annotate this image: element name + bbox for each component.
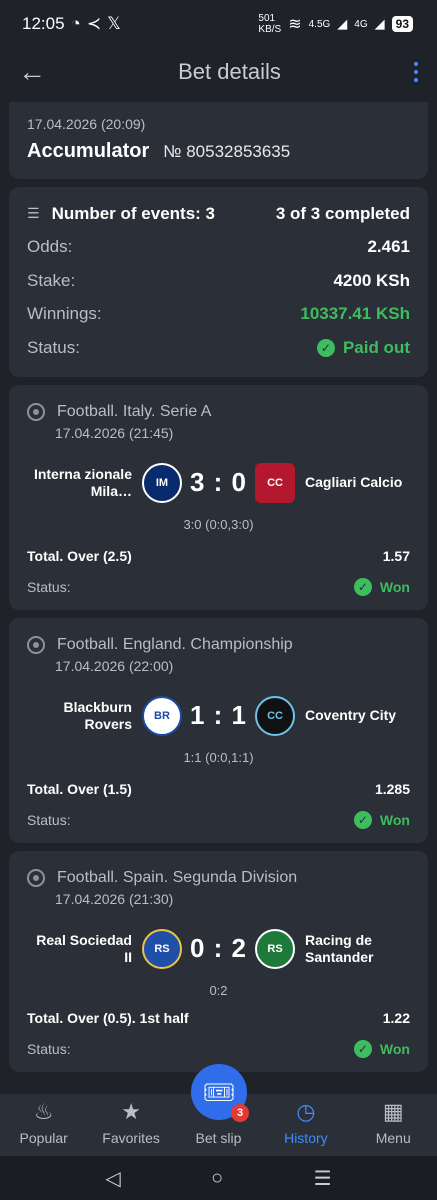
wifi-icon: ≋ (288, 16, 302, 33)
network-4g: 4G (354, 18, 368, 30)
more-options-icon[interactable] (413, 62, 419, 82)
match-score: 1 : 1 (189, 700, 248, 730)
real-sociedad-logo-icon: RS (141, 928, 182, 969)
star-icon: ★ (121, 1099, 141, 1124)
racing-santander-logo-icon: RS (255, 928, 296, 969)
nav-recents-icon[interactable]: ☰ (314, 1166, 332, 1191)
ticket-icon: 🎟 (202, 1076, 236, 1107)
event-card[interactable]: Football. Spain. Segunda Division 17.04.… (9, 850, 428, 1072)
match-score: 0 : 2 (189, 933, 248, 963)
league-name: Football. Italy. Serie A (57, 402, 212, 420)
event-card[interactable]: Football. England. Championship 17.04.20… (9, 617, 428, 843)
bet-summary-card: ☰ Number of events: 3 3 of 3 completed O… (9, 187, 428, 377)
event-date: 17.04.2026 (21:30) (55, 890, 174, 907)
score-detail: 1:1 (0:0,1:1) (183, 749, 254, 765)
league-name: Football. England. Championship (57, 635, 293, 653)
system-nav-bar: ◁ ○ ☰ (0, 1156, 437, 1200)
odds-label: Odds: (27, 237, 73, 257)
away-team: Racing de Santander (305, 931, 374, 965)
home-team: Blackburn Rovers (63, 698, 132, 732)
tab-menu[interactable]: ▦ Menu (353, 1099, 433, 1147)
market-odds: 1.285 (374, 780, 410, 797)
check-icon: ✓ (353, 810, 372, 829)
football-icon (27, 868, 45, 887)
away-team: Cagliari Calcio (305, 474, 403, 490)
event-status-label: Status: (27, 811, 71, 828)
coventry-logo-icon: CC (255, 695, 296, 736)
stake-value: 4200 KSh (333, 270, 410, 290)
tab-favorites[interactable]: ★ Favorites (91, 1099, 171, 1147)
nav-home-icon[interactable]: ○ (211, 1167, 223, 1190)
events-list-icon: ☰ (27, 205, 40, 222)
winnings-label: Winnings: (27, 304, 102, 324)
event-status-label: Status: (27, 578, 71, 595)
event-card[interactable]: Football. Italy. Serie A 17.04.2026 (21:… (9, 384, 428, 610)
bet-type: Accumulator (27, 140, 150, 162)
event-date: 17.04.2026 (22:00) (55, 657, 174, 674)
clock-icon: ◷ (296, 1099, 316, 1124)
event-result: Won (379, 578, 410, 595)
bird-icon: ≺ (86, 14, 102, 33)
league-name: Football. Spain. Segunda Division (57, 868, 298, 886)
event-date: 17.04.2026 (21:45) (55, 424, 174, 441)
home-team: Interna zionale Mila… (33, 465, 132, 499)
back-arrow-icon[interactable]: ← (18, 56, 46, 88)
bet-slip-count-badge: 3 (231, 1104, 249, 1122)
check-icon: ✓ (353, 1039, 372, 1058)
network-4-5g: 4.5G (308, 18, 331, 30)
bet-date: 17.04.2026 (20:09) (27, 116, 146, 132)
home-team: Real Sociedad II (36, 931, 132, 965)
grid-menu-icon: ▦ (382, 1099, 404, 1124)
event-result: Won (379, 1040, 410, 1057)
x-icon: 𝕏 (107, 14, 121, 33)
event-status-label: Status: (27, 1040, 71, 1057)
market-name: Total. Over (0.5). 1st half (27, 1009, 189, 1026)
nav-back-icon[interactable]: ◁ (105, 1166, 120, 1191)
clock: 12:05 (22, 14, 65, 33)
page-title: Bet details (178, 59, 281, 84)
winnings-value: 10337.41 KSh (300, 304, 410, 324)
bet-info-card: 17.04.2026 (20:09) Accumulator № 8053285… (9, 102, 428, 179)
blackburn-logo-icon: BR (141, 695, 182, 736)
inter-logo-icon: IM (141, 462, 182, 503)
check-icon: ✓ (316, 338, 335, 357)
stake-label: Stake: (27, 270, 76, 290)
market-name: Total. Over (2.5) (27, 547, 132, 564)
events-count-label: Number of events: 3 (51, 203, 215, 223)
events-completed: 3 of 3 completed (275, 203, 410, 223)
event-result: Won (379, 811, 410, 828)
check-icon: ✓ (353, 577, 372, 596)
score-detail: 3:0 (0:0,3:0) (183, 516, 254, 532)
speed-indicator: 501 KB/S (258, 13, 282, 35)
football-icon (27, 402, 45, 421)
market-odds: 1.22 (382, 1009, 410, 1026)
status-label: Status: (27, 337, 80, 357)
flame-icon: ♨ (33, 1099, 54, 1124)
market-odds: 1.57 (382, 547, 410, 564)
match-score: 3 : 0 (189, 467, 248, 497)
whatsapp-icon: ◔ (70, 14, 81, 33)
odds-value: 2.461 (367, 237, 410, 257)
bet-number: № 80532853635 (163, 142, 291, 161)
bet-details-content: 17.04.2026 (20:09) Accumulator № 8053285… (9, 102, 428, 1072)
market-name: Total. Over (1.5) (27, 780, 132, 797)
signal-icon: ◢ (374, 16, 385, 31)
cagliari-logo-icon: CC (255, 462, 296, 503)
football-icon (27, 635, 45, 654)
signal-icon: ◢ (337, 16, 348, 31)
tab-popular[interactable]: ♨ Popular (4, 1099, 84, 1147)
status-value: Paid out (342, 337, 410, 357)
away-team: Coventry City (305, 707, 397, 723)
app-header: ← Bet details (0, 48, 437, 96)
score-detail: 0:2 (209, 982, 228, 998)
battery-icon: 93 (391, 16, 413, 32)
status-bar: 12:05 ◔ ≺ 𝕏 501 KB/S ≋ 4.5G ◢ 4G ◢ 93 (0, 0, 437, 48)
tab-history[interactable]: ◷ History (266, 1099, 346, 1147)
